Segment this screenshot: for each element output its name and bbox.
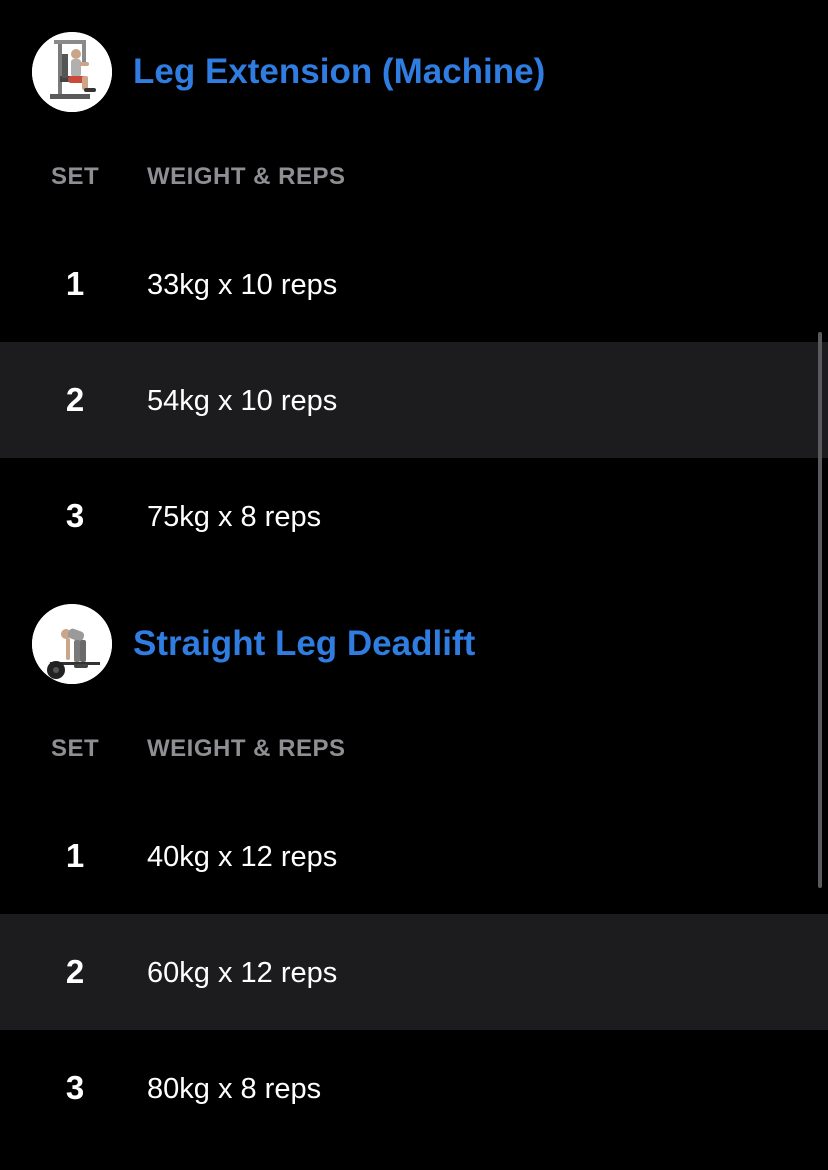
deadlift-icon[interactable]	[32, 604, 112, 684]
set-weight-reps: 60kg x 12 reps	[147, 957, 338, 989]
set-weight-reps: 54kg x 10 reps	[147, 385, 338, 417]
exercise-header[interactable]: Leg Extension (Machine)	[0, 0, 828, 130]
exercise-title[interactable]: Leg Extension (Machine)	[133, 50, 545, 94]
weight-reps-column-header: WEIGHT & REPS	[147, 735, 346, 762]
vertical-scrollbar[interactable]	[818, 332, 822, 888]
set-weight-reps: 33kg x 10 reps	[147, 269, 338, 301]
set-row[interactable]: 1 33kg x 10 reps	[0, 226, 828, 342]
set-number: 1	[65, 837, 85, 874]
set-weight-reps: 75kg x 8 reps	[147, 501, 322, 533]
set-number: 1	[65, 265, 85, 302]
leg-extension-machine-icon[interactable]	[32, 32, 112, 112]
set-row[interactable]: 3 80kg x 8 reps	[0, 1030, 828, 1146]
exercise-card: Leg Extension (Machine) SET WEIGHT & REP…	[0, 0, 828, 574]
set-table-header: SET WEIGHT & REPS	[0, 130, 828, 226]
set-number: 3	[65, 497, 85, 534]
set-column-header: SET	[51, 163, 100, 190]
exercise-title[interactable]: Straight Leg Deadlift	[133, 622, 475, 666]
set-column-header: SET	[51, 735, 100, 762]
set-row[interactable]: 1 40kg x 12 reps	[0, 798, 828, 914]
set-row[interactable]: 3 75kg x 8 reps	[0, 458, 828, 574]
weight-reps-column-header: WEIGHT & REPS	[147, 163, 346, 190]
set-row[interactable]: 2 60kg x 12 reps	[0, 914, 828, 1030]
set-number: 3	[65, 1069, 85, 1106]
set-weight-reps: 80kg x 8 reps	[147, 1073, 322, 1105]
set-row[interactable]: 2 54kg x 10 reps	[0, 342, 828, 458]
set-number: 2	[65, 381, 85, 418]
set-table-header: SET WEIGHT & REPS	[0, 702, 828, 798]
set-weight-reps: 40kg x 12 reps	[147, 841, 338, 873]
exercise-card: Straight Leg Deadlift SET WEIGHT & REPS …	[0, 604, 828, 1146]
set-number: 2	[65, 953, 85, 990]
